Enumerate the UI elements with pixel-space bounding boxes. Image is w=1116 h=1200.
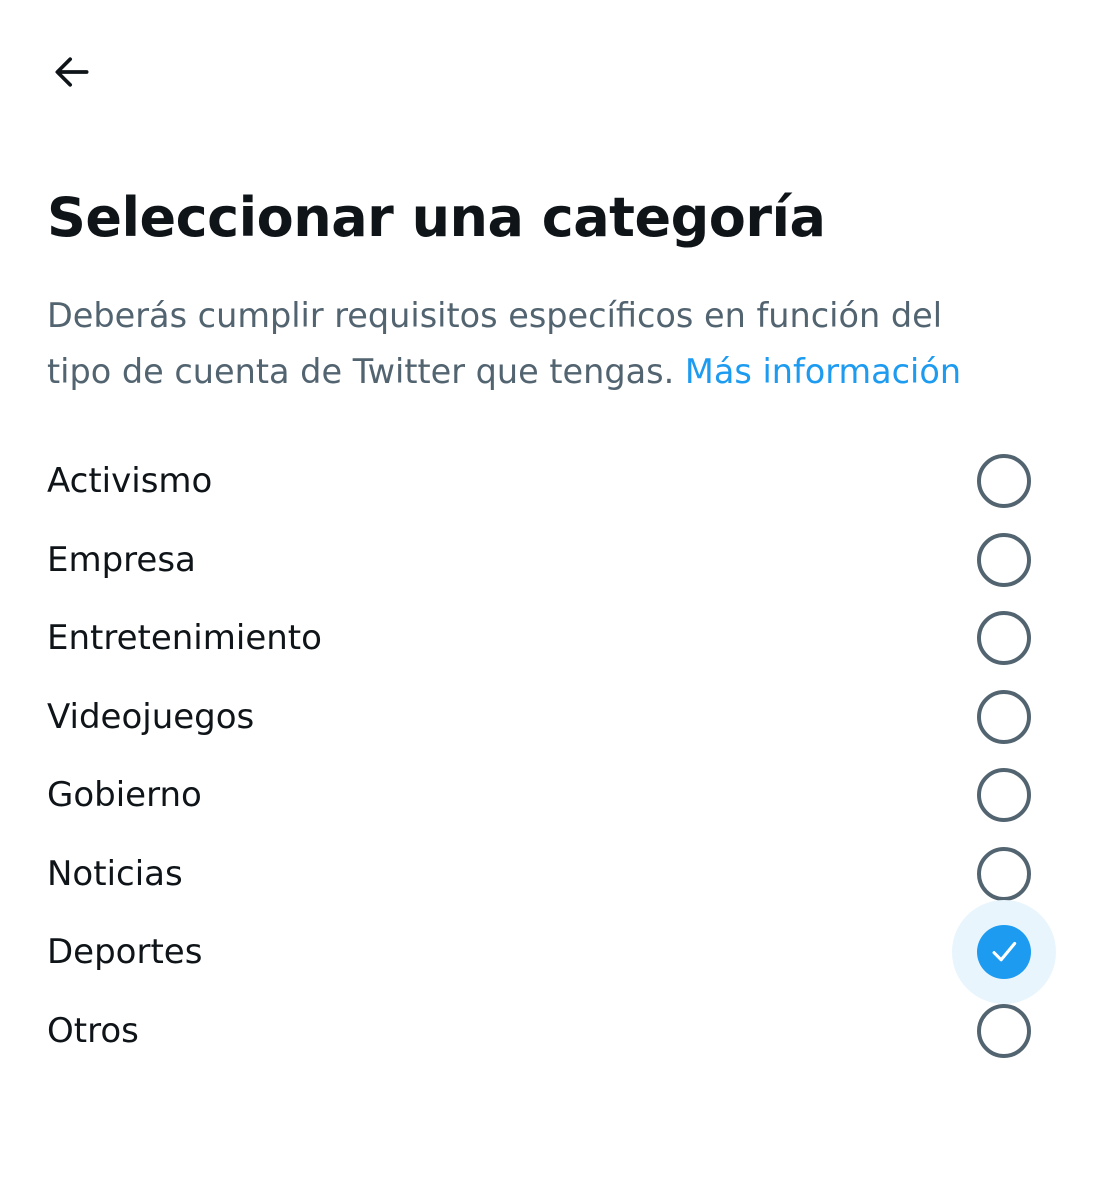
radio-wrap — [952, 979, 1056, 1083]
category-label: Gobierno — [47, 775, 202, 816]
radio-checked[interactable] — [977, 925, 1031, 980]
page-title: Seleccionar una categoría — [47, 186, 826, 249]
radio-empty-icon[interactable] — [977, 846, 1031, 901]
category-label: Deportes — [47, 932, 203, 973]
category-option-entretenimiento[interactable]: Entretenimiento — [0, 599, 1116, 678]
radio-empty-icon[interactable] — [977, 689, 1031, 744]
category-option-activismo[interactable]: Activismo — [0, 442, 1116, 521]
radio-empty-icon[interactable] — [977, 454, 1031, 509]
back-button[interactable] — [36, 40, 108, 104]
description-line-2-text: tipo de cuenta de Twitter que tengas. — [47, 352, 675, 391]
description-line-1: Deberás cumplir requisitos específicos e… — [47, 296, 943, 335]
radio-empty-icon[interactable] — [977, 611, 1031, 666]
radio-empty-icon[interactable] — [977, 1003, 1031, 1058]
category-option-deportes[interactable]: Deportes — [0, 900, 1116, 1005]
category-option-videojuegos[interactable]: Videojuegos — [0, 678, 1116, 757]
checkmark-icon — [992, 942, 1017, 962]
category-list: Activismo Empresa Entretenimiento Videoj… — [0, 442, 1116, 1070]
category-label: Entretenimiento — [47, 618, 322, 659]
category-label: Noticias — [47, 853, 183, 894]
arrow-left-icon — [55, 57, 89, 87]
category-option-noticias[interactable]: Noticias — [0, 835, 1116, 914]
category-label: Videojuegos — [47, 696, 255, 737]
radio-empty-icon[interactable] — [977, 768, 1031, 823]
category-option-otros[interactable]: Otros — [0, 992, 1116, 1071]
category-label: Activismo — [47, 461, 213, 502]
category-label: Empresa — [47, 539, 196, 580]
page-description: Deberás cumplir requisitos específicos e… — [47, 288, 1057, 400]
category-option-gobierno[interactable]: Gobierno — [0, 756, 1116, 835]
radio-empty-icon[interactable] — [977, 532, 1031, 587]
description-line-2: tipo de cuenta de Twitter que tengas. Má… — [47, 344, 1057, 400]
category-label: Otros — [47, 1010, 139, 1051]
category-option-empresa[interactable]: Empresa — [0, 521, 1116, 600]
more-info-link[interactable]: Más información — [685, 352, 961, 391]
